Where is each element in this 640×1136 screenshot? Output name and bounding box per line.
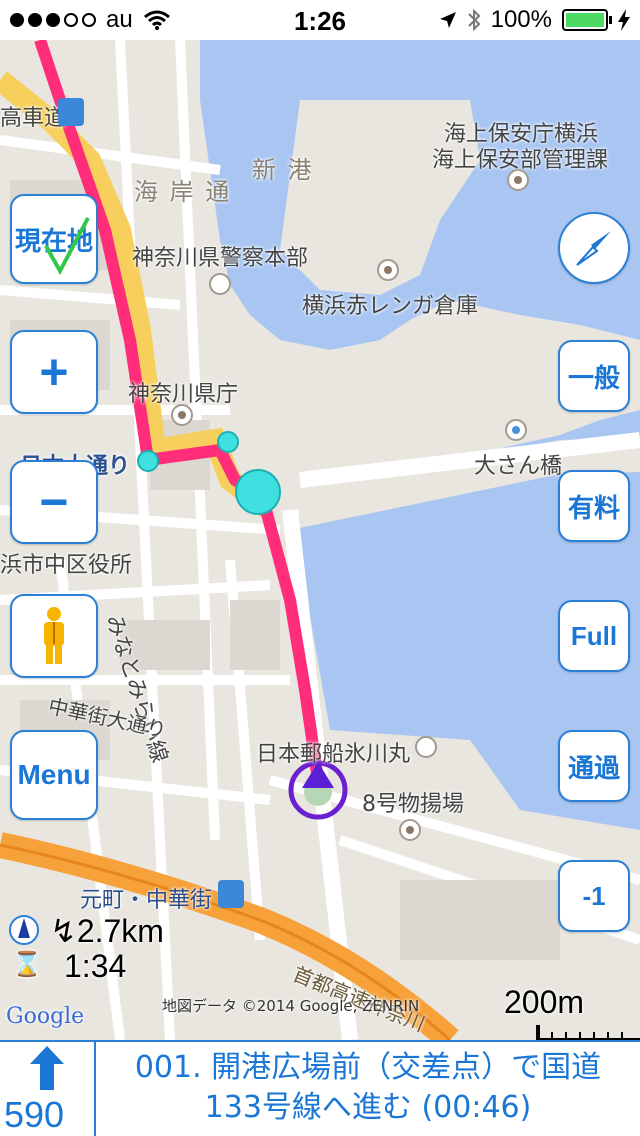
general-road-button[interactable]: 一般 — [558, 340, 630, 412]
hourglass-icon: ⌛ — [12, 951, 42, 978]
train-station-icon — [58, 98, 84, 126]
map-label-osanbashi: 大さん橋 — [474, 454, 563, 479]
full-button[interactable]: Full — [558, 600, 630, 672]
instruction-text: 001. 開港広場前（交差点）で国道 133号線へ進む (00:46) — [100, 1048, 636, 1128]
map-label-shinko: 新 港 — [252, 156, 314, 184]
map-label-warehouse8: 8号物揚場 — [362, 792, 464, 817]
map-copyright: 地図データ ©2014 Google, ZENRIN — [162, 997, 420, 1015]
charging-icon — [618, 9, 630, 31]
remaining-time: 1:34 — [64, 948, 127, 984]
remaining-distance-value: 2.7km — [76, 913, 164, 949]
instruction-line-2: 133号線へ進む (00:46) — [204, 1090, 532, 1125]
google-logo: Google — [6, 1004, 85, 1029]
compass-button[interactable] — [558, 212, 630, 284]
turn-arrow-icon: ↯ — [50, 913, 77, 949]
remaining-distance: ↯2.7km — [50, 912, 164, 950]
zoom-out-button[interactable]: − — [10, 460, 98, 544]
next-turn-panel: 590 — [0, 1042, 96, 1136]
current-location-button[interactable]: 現在地 — [10, 194, 98, 284]
bluetooth-icon — [467, 8, 481, 32]
map-label-hikawamaru: 日本郵船氷川丸 — [256, 742, 411, 767]
pegman-icon — [44, 607, 64, 664]
battery-percent: 100% — [490, 6, 552, 33]
map-label-police: 神奈川県警察本部 — [132, 246, 309, 271]
status-bar: au 1:26 100% — [0, 0, 640, 40]
map-label-station-top: 高車道 — [0, 106, 67, 131]
zoom-in-button[interactable]: + — [10, 330, 98, 414]
instruction-line-1: 001. 開港広場前（交差点）で国道 — [134, 1050, 602, 1085]
compass-icon — [576, 231, 611, 266]
map-view[interactable]: 高車道 海上保安庁横浜 海上保安部管理課 新 港 海 岸 通 神奈川県警察本部 … — [0, 40, 640, 1040]
map-label-coast-guard-2: 海上保安部管理課 — [432, 148, 609, 173]
pass-button[interactable]: 通過 — [558, 730, 630, 802]
map-label-prefectural-office: 神奈川県庁 — [128, 382, 239, 407]
train-station-icon — [218, 880, 244, 908]
next-turn-distance: 590 — [4, 1094, 65, 1135]
map-label-motomachi: 元町・中華街 — [80, 888, 213, 913]
map-label-city-office: 浜市中区役所 — [0, 553, 133, 578]
toll-road-button[interactable]: 有料 — [558, 470, 630, 542]
scale-label: 200m — [504, 984, 585, 1020]
instruction-bar[interactable]: 590 001. 開港広場前（交差点）で国道 133号線へ進む (00:46) — [0, 1040, 640, 1136]
minus-one-button[interactable]: -1 — [558, 860, 630, 932]
battery-icon — [562, 9, 612, 31]
checkmark-icon — [44, 217, 90, 276]
location-arrow-icon — [439, 12, 456, 28]
compass-small-icon — [9, 915, 39, 945]
map-label-renga: 横浜赤レンガ倉庫 — [302, 294, 479, 319]
pedestrian-button[interactable] — [10, 594, 98, 678]
menu-button[interactable]: Menu — [10, 730, 98, 820]
map-label-kaigandori: 海 岸 通 — [134, 178, 232, 206]
straight-arrow-icon — [30, 1046, 64, 1090]
